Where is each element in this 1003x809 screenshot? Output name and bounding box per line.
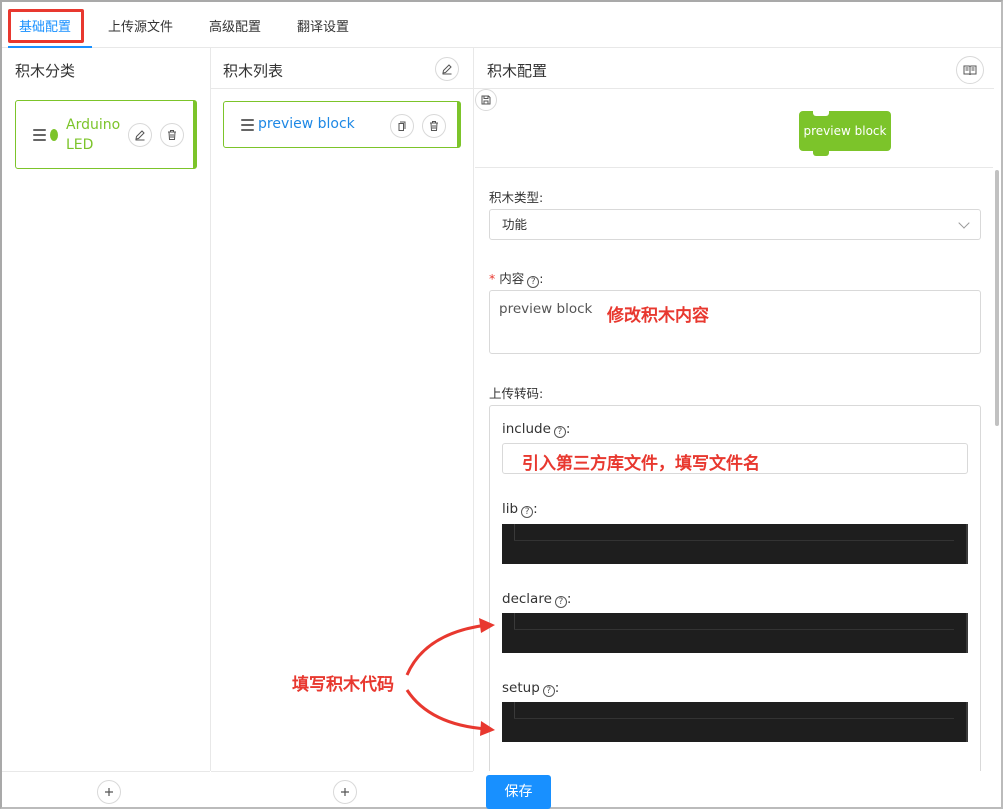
question-icon[interactable]: ?	[554, 596, 567, 608]
category-pane-title: 积木分类	[15, 62, 76, 80]
block-type-label: 积木类型:	[489, 190, 544, 205]
lib-code-editor[interactable]	[502, 524, 968, 564]
declare-code-editor[interactable]	[502, 613, 968, 653]
question-icon[interactable]: ?	[527, 276, 540, 288]
include-label: include	[502, 421, 551, 437]
block-type-value: 功能	[502, 217, 528, 232]
config-scrollbar[interactable]	[995, 170, 999, 426]
tab-translation-settings[interactable]: 翻译设置	[297, 2, 349, 48]
annotation-fill-code: 填写积木代码	[292, 675, 394, 695]
question-icon[interactable]: ?	[521, 506, 534, 518]
block-pane-title: 积木列表	[223, 62, 284, 80]
drag-handle-icon[interactable]	[241, 119, 254, 134]
edit-block-list-button[interactable]	[435, 57, 459, 81]
setup-code-editor[interactable]	[502, 702, 968, 742]
tab-advanced-config[interactable]: 高级配置	[209, 2, 261, 48]
delete-icon	[430, 121, 438, 131]
active-tab-indicator	[8, 46, 92, 48]
content-textarea[interactable]: preview block	[489, 290, 981, 354]
category-label: Arduino LED	[66, 117, 121, 153]
declare-label: declare	[502, 591, 552, 607]
book-icon	[963, 65, 977, 76]
drag-handle-icon[interactable]	[33, 129, 46, 144]
docs-button[interactable]	[956, 56, 984, 84]
copy-icon	[398, 121, 406, 131]
block-label: preview block	[258, 116, 355, 132]
annotation-modify-content: 修改积木内容	[607, 306, 709, 326]
content-label-row: * 内容?:	[489, 268, 543, 288]
divider	[211, 88, 473, 89]
save-button[interactable]: 保存	[486, 775, 551, 809]
delete-icon	[168, 130, 176, 140]
category-footer	[2, 771, 210, 807]
add-category-button[interactable]	[97, 780, 121, 804]
edit-icon	[442, 64, 452, 75]
required-mark: *	[489, 271, 496, 286]
plus-icon	[105, 788, 113, 796]
setup-label-row: setup?:	[502, 680, 560, 697]
tab-basic-config[interactable]: 基础配置	[19, 2, 71, 48]
question-icon[interactable]: ?	[553, 426, 566, 438]
lib-label: lib	[502, 501, 519, 517]
tab-bar: 基础配置 上传源文件 高级配置 翻译设置	[2, 2, 1001, 48]
plus-icon	[341, 788, 349, 796]
save-icon	[481, 95, 491, 105]
include-label-row: include?:	[502, 421, 571, 438]
config-footer	[474, 771, 994, 807]
upload-code-label: 上传转码:	[489, 386, 544, 401]
category-card[interactable]: Arduino LED	[15, 100, 197, 169]
content-label: 内容	[499, 271, 525, 286]
chevron-down-icon	[958, 217, 970, 229]
delete-category-button[interactable]	[160, 123, 184, 147]
content-value: preview block	[499, 301, 593, 317]
declare-label-row: declare?:	[502, 591, 572, 608]
category-color-dot	[50, 129, 58, 141]
save-preview-button[interactable]	[475, 89, 497, 111]
block-type-select[interactable]: 功能	[489, 209, 981, 240]
config-pane-title: 积木配置	[487, 62, 548, 80]
add-block-button[interactable]	[333, 780, 357, 804]
tab-upload-source[interactable]: 上传源文件	[108, 2, 173, 48]
edit-category-button[interactable]	[128, 123, 152, 147]
preview-block: preview block	[799, 111, 891, 156]
annotation-include-hint: 引入第三方库文件，填写文件名	[522, 454, 760, 474]
lib-label-row: lib?:	[502, 501, 538, 518]
block-list-footer	[211, 771, 473, 807]
annotation-arrows	[405, 618, 495, 736]
column-divider	[210, 48, 211, 771]
copy-block-button[interactable]	[390, 114, 414, 138]
setup-label: setup	[502, 680, 540, 696]
delete-block-button[interactable]	[422, 114, 446, 138]
edit-icon	[135, 130, 145, 141]
block-card[interactable]: preview block	[223, 101, 461, 148]
question-icon[interactable]: ?	[542, 685, 555, 697]
content-label-colon: :	[539, 271, 544, 286]
block-preview-area	[475, 89, 993, 168]
